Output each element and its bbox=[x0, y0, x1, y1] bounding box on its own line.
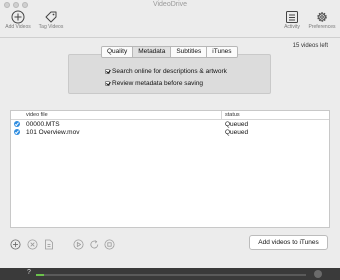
add-to-itunes-button[interactable]: Add videos to iTunes bbox=[249, 235, 328, 250]
tab-quality[interactable]: Quality bbox=[102, 47, 134, 57]
add-videos-label: Add Videos bbox=[5, 24, 31, 30]
tab-subtitles[interactable]: Subtitles bbox=[171, 47, 208, 57]
row-checkmark-icon[interactable] bbox=[14, 121, 20, 127]
retry-button[interactable] bbox=[89, 239, 100, 252]
videos-left-count: 15 videos left bbox=[292, 43, 328, 49]
activity-button[interactable]: Activity bbox=[280, 10, 304, 30]
tab-metadata[interactable]: Metadata bbox=[133, 47, 172, 57]
activity-list-icon bbox=[286, 11, 298, 23]
review-metadata-label: Review metadata before saving bbox=[112, 80, 204, 87]
refresh-icon bbox=[90, 240, 99, 249]
preferences-label: Preferences bbox=[308, 24, 336, 30]
metadata-settings-panel: Search online for descriptions & artwork… bbox=[68, 54, 271, 94]
app-window: VideoDrive Add Videos Tag Videos Activit… bbox=[0, 0, 340, 280]
review-metadata-option[interactable]: Review metadata before saving bbox=[105, 80, 203, 87]
document-icon bbox=[45, 239, 53, 250]
column-header-video-file[interactable]: video file bbox=[26, 112, 48, 118]
video-queue-table: video file status 00000.MTS Queued 101 O… bbox=[10, 110, 330, 228]
progress-help-icon[interactable]: ? bbox=[27, 269, 31, 276]
cancel-progress-button[interactable] bbox=[314, 270, 322, 278]
edit-file-button[interactable] bbox=[44, 239, 54, 252]
stop-circle-icon bbox=[104, 239, 115, 250]
settings-tabs: Quality Metadata Subtitles iTunes bbox=[101, 46, 238, 58]
activity-label: Activity bbox=[284, 24, 300, 30]
toolbar: Add Videos Tag Videos Activity Preferenc… bbox=[0, 10, 340, 38]
progress-fill bbox=[36, 274, 45, 276]
column-header-status[interactable]: status bbox=[225, 112, 240, 118]
add-file-button[interactable] bbox=[10, 239, 21, 252]
window-title: VideoDrive bbox=[152, 1, 188, 8]
table-row[interactable]: 101 Overview.mov Queued bbox=[11, 128, 329, 137]
row-file-name: 00000.MTS bbox=[26, 121, 60, 128]
row-file-name: 101 Overview.mov bbox=[26, 129, 80, 136]
play-button[interactable] bbox=[73, 239, 84, 252]
add-videos-button[interactable]: Add Videos bbox=[3, 10, 33, 30]
tag-videos-label: Tag Videos bbox=[38, 24, 64, 30]
tag-videos-button[interactable]: Tag Videos bbox=[36, 10, 66, 30]
stop-button[interactable] bbox=[104, 239, 115, 252]
search-online-checkbox[interactable] bbox=[105, 69, 110, 74]
column-divider bbox=[221, 111, 222, 119]
remove-file-button[interactable] bbox=[27, 239, 38, 252]
tag-icon bbox=[45, 11, 57, 23]
plus-circle-icon bbox=[10, 239, 21, 250]
plus-circle-icon bbox=[11, 10, 25, 24]
tab-itunes[interactable]: iTunes bbox=[207, 47, 237, 57]
review-metadata-checkbox[interactable] bbox=[105, 81, 110, 86]
row-status: Queued bbox=[225, 129, 249, 136]
x-circle-icon bbox=[27, 239, 38, 250]
row-checkmark-icon[interactable] bbox=[14, 129, 20, 135]
progress-area: ? bbox=[0, 268, 340, 280]
preferences-button[interactable]: Preferences bbox=[305, 10, 339, 30]
progress-track bbox=[36, 274, 306, 276]
play-circle-icon bbox=[73, 239, 84, 250]
row-status: Queued bbox=[225, 121, 249, 128]
search-online-option[interactable]: Search online for descriptions & artwork bbox=[105, 68, 227, 75]
table-header: video file status bbox=[11, 111, 329, 120]
title-bar: VideoDrive bbox=[0, 0, 340, 10]
search-online-label: Search online for descriptions & artwork bbox=[112, 68, 227, 75]
gear-icon bbox=[317, 12, 327, 22]
